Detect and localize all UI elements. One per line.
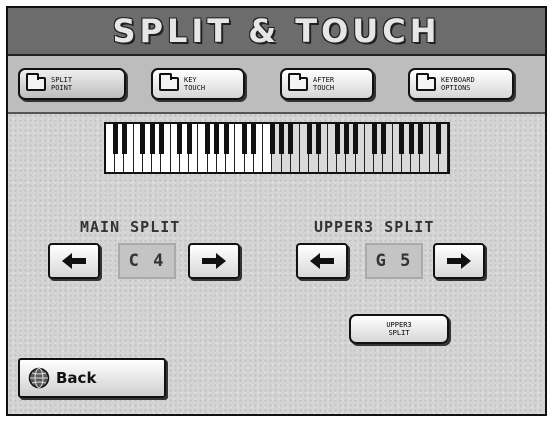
upper3-split-button[interactable]: UPPER3 SPLIT — [349, 314, 449, 344]
black-key — [417, 124, 423, 154]
black-key — [306, 124, 312, 154]
black-key — [223, 124, 229, 154]
black-key — [112, 124, 118, 154]
black-key — [251, 124, 257, 154]
tab-label: AFTER TOUCH — [313, 76, 335, 92]
folder-icon — [159, 73, 179, 91]
black-key — [158, 124, 164, 154]
tab-label: KEYBOARD OPTIONS — [441, 76, 475, 92]
black-key — [436, 124, 442, 154]
back-button[interactable]: Back — [18, 358, 166, 398]
black-key — [353, 124, 359, 154]
black-key — [214, 124, 220, 154]
tab-split-point[interactable]: SPLIT POINT — [18, 68, 126, 100]
display-screen: SPLIT & TOUCH SPLIT POINT KEY TOUCH AFTE… — [6, 6, 547, 416]
folder-icon — [416, 73, 436, 91]
main-split-decrement-button[interactable] — [48, 243, 100, 279]
upper3-split-increment-button[interactable] — [433, 243, 485, 279]
black-key — [121, 124, 127, 154]
upper3-split-decrement-button[interactable] — [296, 243, 348, 279]
black-key — [279, 124, 285, 154]
title-bar: SPLIT & TOUCH — [8, 8, 545, 56]
arrow-left-icon — [62, 253, 86, 269]
upper3-split-label: UPPER3 SPLIT — [314, 218, 435, 236]
main-split-label: MAIN SPLIT — [80, 218, 181, 236]
back-label: Back — [56, 369, 97, 387]
black-key — [343, 124, 349, 154]
tab-after-touch[interactable]: AFTER TOUCH — [280, 68, 374, 100]
folder-icon — [26, 73, 46, 91]
tab-label: SPLIT POINT — [51, 76, 73, 92]
main-split-increment-button[interactable] — [188, 243, 240, 279]
black-key — [242, 124, 248, 154]
black-key — [371, 124, 377, 154]
black-key — [288, 124, 294, 154]
arrow-right-icon — [447, 253, 471, 269]
black-key — [380, 124, 386, 154]
tab-keyboard-options[interactable]: KEYBOARD OPTIONS — [408, 68, 514, 100]
tab-key-touch[interactable]: KEY TOUCH — [151, 68, 245, 100]
black-key — [269, 124, 275, 154]
black-key — [205, 124, 211, 154]
black-key — [186, 124, 192, 154]
globe-icon — [28, 367, 50, 389]
main-split-value: C 4 — [118, 243, 176, 279]
upper3-split-value: G 5 — [365, 243, 423, 279]
black-key — [140, 124, 146, 154]
arrow-right-icon — [202, 253, 226, 269]
tab-row: SPLIT POINT KEY TOUCH AFTER TOUCH KEYBOA… — [8, 56, 545, 114]
black-key — [177, 124, 183, 154]
keyboard-split-diagram — [104, 122, 450, 174]
black-key — [149, 124, 155, 154]
black-key — [334, 124, 340, 154]
folder-icon — [288, 73, 308, 91]
black-key — [408, 124, 414, 154]
page-title: SPLIT & TOUCH — [112, 12, 441, 50]
black-key — [316, 124, 322, 154]
black-key — [399, 124, 405, 154]
arrow-left-icon — [310, 253, 334, 269]
tab-label: KEY TOUCH — [184, 76, 206, 92]
